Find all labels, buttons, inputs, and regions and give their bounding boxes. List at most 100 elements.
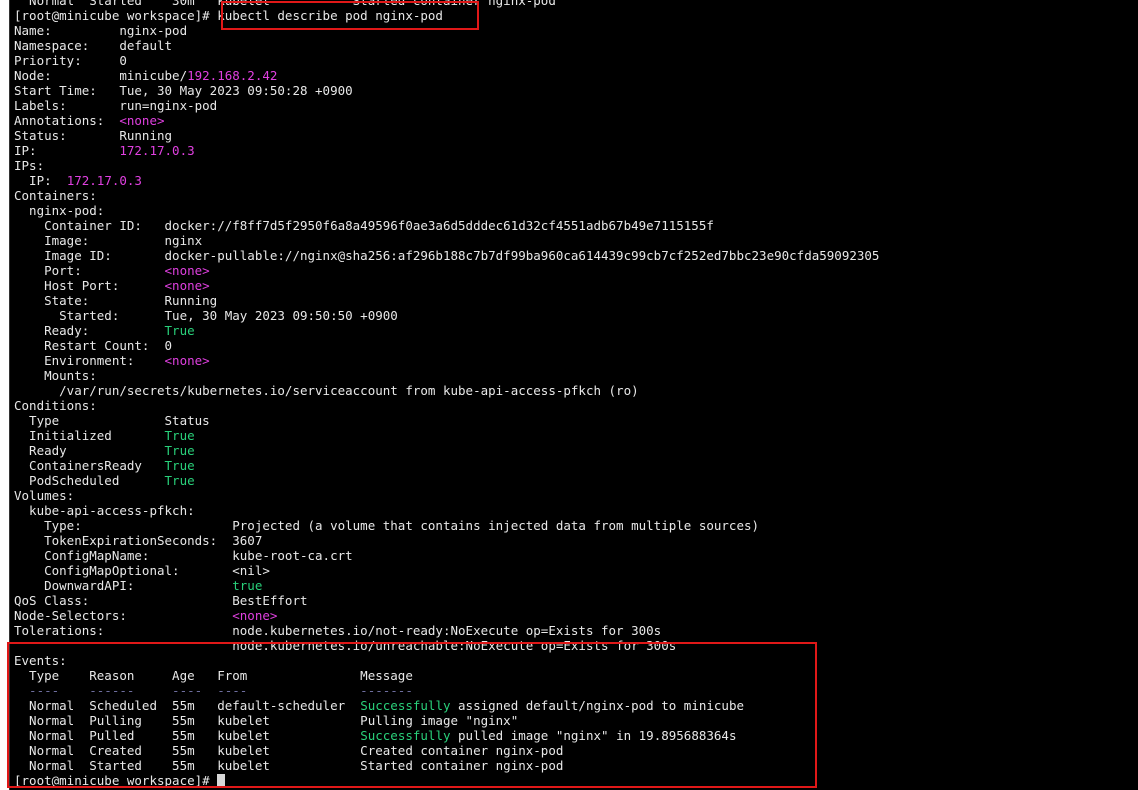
terminal-line: Type: Projected (a volume that contains … xyxy=(14,518,879,533)
terminal-line: Normal Scheduled 55m default-scheduler S… xyxy=(14,698,879,713)
line-text: Type: Projected (a volume that contains … xyxy=(14,518,760,533)
line-text: IPs: xyxy=(14,158,45,173)
line-text: IP: xyxy=(14,143,120,158)
line-text: ContainersReady xyxy=(14,458,165,473)
line-text: Ready xyxy=(14,443,165,458)
magenta-value: <none> xyxy=(164,263,210,278)
line-text: Started: Tue, 30 May 2023 09:50:50 +0900 xyxy=(14,308,398,323)
terminal-line: Events: xyxy=(14,653,879,668)
line-text: kube-api-access-pfkch: xyxy=(14,503,195,518)
line-text: Normal Started 55m kubelet Started conta… xyxy=(14,758,564,773)
line-text: [root@minicube workspace]# xyxy=(14,773,218,788)
green-value: Successfully xyxy=(360,698,451,713)
line-text: Events: xyxy=(14,653,67,668)
terminal-line: Image ID: docker-pullable://nginx@sha256… xyxy=(14,248,879,263)
terminal-line: Labels: run=nginx-pod xyxy=(14,98,879,113)
terminal-line: Containers: xyxy=(14,188,879,203)
line-text: Image: nginx xyxy=(14,233,203,248)
terminal-line: IP: 172.17.0.3 xyxy=(14,173,879,188)
magenta-value: <none> xyxy=(232,608,278,623)
line-text: Port: xyxy=(14,263,165,278)
green-value: True xyxy=(164,458,195,473)
terminal-line: Namespace: default xyxy=(14,38,879,53)
terminal-window[interactable]: Normal Started 30m kubelet Started conta… xyxy=(9,0,1138,790)
terminal-line: ---- ------ ---- ---- ------- xyxy=(14,683,879,698)
line-text: PodScheduled xyxy=(14,473,165,488)
green-value: Successfully xyxy=(360,728,451,743)
line-text: Initialized xyxy=(14,428,165,443)
terminal-line: State: Running xyxy=(14,293,879,308)
terminal-line: IP: 172.17.0.3 xyxy=(14,143,879,158)
line-text: Normal Pulled 55m kubelet xyxy=(14,728,361,743)
line-text: Mounts: xyxy=(14,368,97,383)
shell-prompt-line[interactable]: [root@minicube workspace]# xyxy=(14,773,879,788)
green-value: true xyxy=(232,578,263,593)
line-text: Ready: xyxy=(14,323,165,338)
magenta-value: <none> xyxy=(119,113,165,128)
line-text: Normal Scheduled 55m default-scheduler xyxy=(14,698,361,713)
terminal-line: Volumes: xyxy=(14,488,879,503)
line-text: ---- ------ ---- ---- ------- xyxy=(14,683,413,698)
line-text: /var/run/secrets/kubernetes.io/serviceac… xyxy=(14,383,639,398)
terminal-line: QoS Class: BestEffort xyxy=(14,593,879,608)
line-text: DownwardAPI: xyxy=(14,578,233,593)
terminal-line: Environment: <none> xyxy=(14,353,879,368)
terminal-line: Type Status xyxy=(14,413,879,428)
terminal-output: Normal Started 30m kubelet Started conta… xyxy=(14,0,879,788)
magenta-value: <none> xyxy=(164,353,210,368)
terminal-line: Container ID: docker://f8ff7d5f2950f6a8a… xyxy=(14,218,879,233)
line-text: TokenExpirationSeconds: 3607 xyxy=(14,533,263,548)
magenta-value: <none> xyxy=(164,278,210,293)
terminal-line: /var/run/secrets/kubernetes.io/serviceac… xyxy=(14,383,879,398)
terminal-line: Ready: True xyxy=(14,323,879,338)
terminal-line: Node: minicube/192.168.2.42 xyxy=(14,68,879,83)
line-text: Image ID: docker-pullable://nginx@sha256… xyxy=(14,248,880,263)
line-text: ConfigMapName: kube-root-ca.crt xyxy=(14,548,353,563)
terminal-line: IPs: xyxy=(14,158,879,173)
terminal-line: Image: nginx xyxy=(14,233,879,248)
line-text: State: Running xyxy=(14,293,218,308)
line-text: pulled image "nginx" in 19.895688364s xyxy=(450,728,737,743)
terminal-line: DownwardAPI: true xyxy=(14,578,879,593)
green-value: True xyxy=(164,428,195,443)
text-cursor xyxy=(217,774,226,787)
terminal-line: Restart Count: 0 xyxy=(14,338,879,353)
line-text: assigned default/nginx-pod to minicube xyxy=(450,698,744,713)
line-text: Node: minicube/ xyxy=(14,68,188,83)
terminal-line: Normal Pulled 55m kubelet Successfully p… xyxy=(14,728,879,743)
magenta-value: 172.17.0.3 xyxy=(66,173,142,188)
line-text: Annotations: xyxy=(14,113,120,128)
terminal-line: ConfigMapName: kube-root-ca.crt xyxy=(14,548,879,563)
green-value: True xyxy=(164,323,195,338)
green-value: True xyxy=(164,443,195,458)
terminal-line: Annotations: <none> xyxy=(14,113,879,128)
line-text: Node-Selectors: xyxy=(14,608,233,623)
line-text: Host Port: xyxy=(14,278,165,293)
line-text: Volumes: xyxy=(14,488,75,503)
terminal-line: Mounts: xyxy=(14,368,879,383)
line-text: Status: Running xyxy=(14,128,173,143)
terminal-line: ConfigMapOptional: <nil> xyxy=(14,563,879,578)
line-text: Tolerations: node.kubernetes.io/not-read… xyxy=(14,623,662,638)
terminal-line: Conditions: xyxy=(14,398,879,413)
terminal-line: Node-Selectors: <none> xyxy=(14,608,879,623)
line-text: Start Time: Tue, 30 May 2023 09:50:28 +0… xyxy=(14,83,353,98)
line-text: IP: xyxy=(14,173,67,188)
terminal-line: node.kubernetes.io/unreachable:NoExecute… xyxy=(14,638,879,653)
terminal-line: Initialized True xyxy=(14,428,879,443)
terminal-line: Status: Running xyxy=(14,128,879,143)
line-text: Environment: xyxy=(14,353,165,368)
line-text: Labels: run=nginx-pod xyxy=(14,98,218,113)
terminal-line: Ready True xyxy=(14,443,879,458)
terminal-line: Tolerations: node.kubernetes.io/not-read… xyxy=(14,623,879,638)
terminal-line: Start Time: Tue, 30 May 2023 09:50:28 +0… xyxy=(14,83,879,98)
terminal-line: kube-api-access-pfkch: xyxy=(14,503,879,518)
terminal-line: nginx-pod: xyxy=(14,203,879,218)
line-text: Namespace: default xyxy=(14,38,173,53)
line-text: Containers: xyxy=(14,188,97,203)
line-text: Name: nginx-pod xyxy=(14,23,188,38)
magenta-value: 192.168.2.42 xyxy=(187,68,278,83)
line-text: Conditions: xyxy=(14,398,97,413)
terminal-line: Name: nginx-pod xyxy=(14,23,879,38)
line-text: QoS Class: BestEffort xyxy=(14,593,308,608)
